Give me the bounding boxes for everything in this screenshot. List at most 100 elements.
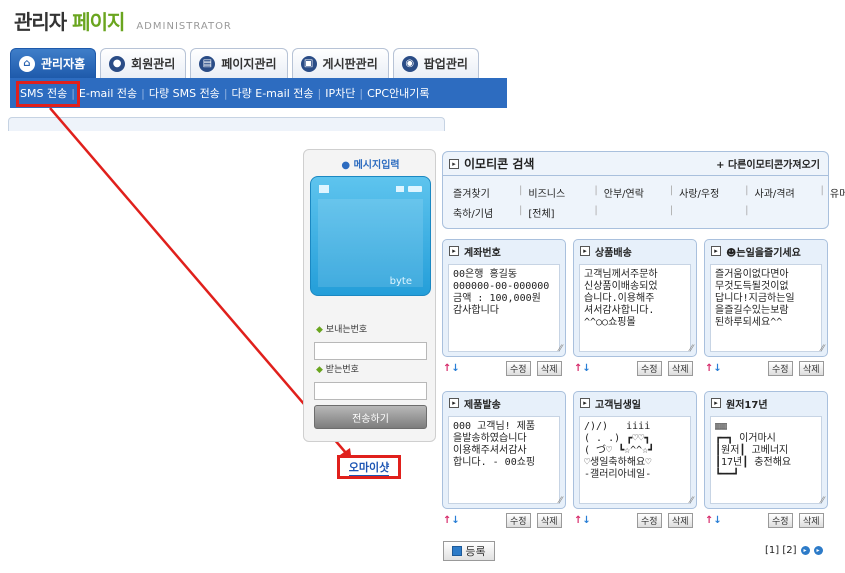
card-title: 원저17년 [726,399,768,411]
receiver-number-input[interactable] [314,382,427,400]
main-tabs: ⌂ 관리자홈 ● 회원관리 ▤ 페이지관리 ▣ 게시판관리 ◉ 팝업관리 [10,48,479,78]
delete-button[interactable]: 삭제 [799,513,824,528]
edit-button[interactable]: 수정 [768,361,793,376]
edit-button[interactable]: 수정 [637,513,662,528]
move-down-icon[interactable]: ↓ [582,515,590,526]
board-icon: ▣ [300,55,317,72]
tab-member[interactable]: ● 회원관리 [100,48,187,78]
card-actions: ↑↓ 수정 삭제 [574,361,698,377]
category-favorites[interactable]: 즐겨찾기 [453,185,519,200]
category-row-1: 즐겨찾기 | 비즈니스 | 안부/연락 | 사랑/우정 | 사과/격려 | 유머 [453,185,845,200]
get-more-emoticons-link[interactable]: + 다른이모티콘가져오기 [716,156,820,171]
emoticon-search-panel: ▸ 이모티콘 검색 + 다른이모티콘가져오기 즐겨찾기 | 비즈니스 | 안부/연락… [442,151,845,229]
category-humor[interactable]: 유머 [830,185,845,200]
tab-admin-home[interactable]: ⌂ 관리자홈 [10,48,97,78]
mail-icon [396,186,404,192]
sms-highlight-box [16,81,80,107]
edit-button[interactable]: 수정 [506,513,531,528]
category-celebration[interactable]: 축하/기념 [453,205,519,220]
tab-label: 페이지관리 [221,57,277,71]
subnav-bulk-sms[interactable]: 다량 SMS 전송 [145,85,224,101]
register-icon [452,546,463,556]
move-down-icon[interactable]: ↓ [713,363,721,374]
sender-number-input[interactable] [314,342,427,360]
tab-board[interactable]: ▣ 게시판관리 [291,48,389,78]
delete-button[interactable]: 삭제 [799,361,824,376]
battery-icon [408,186,422,192]
message-input-title: ● 메시지입력 [341,160,400,171]
category-business[interactable]: 비즈니스 [528,185,594,200]
home-icon: ⌂ [19,55,35,72]
edit-button[interactable]: 수정 [506,361,531,376]
card-message[interactable]: /)/) iiii ( . .) ┏♡♡┓ ( づ♡ ┗☆^^☆┛ ♡생일축하해… [579,416,691,504]
category-all[interactable]: [전체] [528,205,594,220]
title-sub: ADMINISTRATOR [136,21,232,32]
resize-icon: ⁄⁄ [820,496,824,506]
page-icon: ▤ [199,55,216,72]
emoticon-button[interactable]: 오마이샷 [337,455,401,479]
card-message[interactable]: 즐거움이없다면아 무것도득될것이없 답니다!지금하는일 을즐길수있는보람 된하루… [710,264,822,352]
card-actions: ↑↓ 수정 삭제 [705,513,829,529]
category-greeting[interactable]: 안부/연락 [604,185,670,200]
arrow-box-icon: ▸ [580,246,590,256]
sender-label: ◆ 보내는번호 [316,325,368,335]
move-down-icon[interactable]: ↓ [713,515,721,526]
move-down-icon[interactable]: ↓ [451,363,459,374]
page-title: 관리자 페이지 ADMINISTRATOR [14,6,232,35]
user-icon: ● [109,55,126,72]
card-title: 제품발송 [464,399,501,411]
category-row-2: 축하/기념 | [전체] | | | [453,205,749,220]
edit-button[interactable]: 수정 [768,513,793,528]
move-down-icon[interactable]: ↓ [582,363,590,374]
card-actions: ↑↓ 수정 삭제 [705,361,829,377]
delete-button[interactable]: 삭제 [668,513,693,528]
subnav-email[interactable]: E-mail 전송 [75,85,141,101]
card-actions: ↑↓ 수정 삭제 [443,513,567,529]
tab-label: 게시판관리 [322,57,378,71]
delete-button[interactable]: 삭제 [537,513,562,528]
category-apology[interactable]: 사과/격려 [755,185,821,200]
move-down-icon[interactable]: ↓ [451,515,459,526]
subnav-cpc-log[interactable]: CPC안내기록 [363,85,433,101]
card-message[interactable]: ▥▥ ┏━┓ 이거마시 ┃원저┃ 고베너지 ┃17년┃ 충전해요 ┗━━┛ [710,416,822,504]
page-links[interactable]: [1] [2] [765,545,797,556]
resize-icon: ⁄⁄ [820,344,824,354]
title-main: 관리자 [14,10,67,34]
emoticon-card: ▸ 제품발송 000 고객님! 제품 을발송하였습니다 이용해주셔서감사 합니다.… [442,391,566,509]
delete-button[interactable]: 삭제 [668,361,693,376]
message-input-panel: ● 메시지입력 byte ◆ 보내는번호 ◆ 받는번호 전송하기 [303,149,436,442]
search-header: ▸ 이모티콘 검색 + 다른이모티콘가져오기 [443,152,828,176]
resize-icon: ⁄⁄ [689,496,693,506]
edit-button[interactable]: 수정 [637,361,662,376]
card-message[interactable]: 고객님께서주문하 신상품이배송되었 습니다.이용해주 셔서감사합니다. ^^○○… [579,264,691,352]
send-button[interactable]: 전송하기 [314,405,427,429]
card-message[interactable]: 00은행 홍길동 000000-00-000000 금액 : 100,000원 … [448,264,560,352]
arrow-box-icon: ▸ [711,246,721,256]
emoticon-card: ▸ 상품배송 고객님께서주문하 신상품이배송되었 습니다.이용해주 셔서감사합니다… [573,239,697,357]
tab-page[interactable]: ▤ 페이지관리 [190,48,288,78]
card-message[interactable]: 000 고객님! 제품 을발송하였습니다 이용해주셔서감사 합니다. - 00쇼… [448,416,560,504]
signal-icon [319,185,329,193]
last-page-icon[interactable]: ▸ [813,546,823,555]
emoticon-card: ▸ ☻는일을즐기세요 즐거움이없다면아 무것도득될것이없 답니다!지금하는일 을즐… [704,239,828,357]
tab-popup[interactable]: ◉ 팝업관리 [392,48,479,78]
search-title: 이모티콘 검색 [464,157,535,171]
message-textarea[interactable] [318,199,423,287]
register-button[interactable]: 등록 [443,541,495,561]
speech-bubble-icon: ● [341,160,351,171]
next-page-icon[interactable]: ▸ [800,546,810,555]
byte-counter: byte [389,276,412,287]
arrow-box-icon: ▸ [449,398,459,408]
emoticon-card: ▸ 고객님생일 /)/) iiii ( . .) ┏♡♡┓ ( づ♡ ┗☆^^☆┛… [573,391,697,509]
category-love[interactable]: 사랑/우정 [679,185,745,200]
card-title: 상품배송 [595,247,632,259]
title-accent: 페이지 [72,10,125,34]
pagination: [1] [2] ▸ ▸ [765,545,823,556]
resize-icon: ⁄⁄ [558,496,562,506]
subnav-bulk-email[interactable]: 다량 E-mail 전송 [228,85,318,101]
content-header-strip [8,117,445,131]
delete-button[interactable]: 삭제 [537,361,562,376]
subnav-ip-block[interactable]: IP차단 [321,85,359,101]
resize-icon: ⁄⁄ [558,344,562,354]
card-actions: ↑↓ 수정 삭제 [443,361,567,377]
